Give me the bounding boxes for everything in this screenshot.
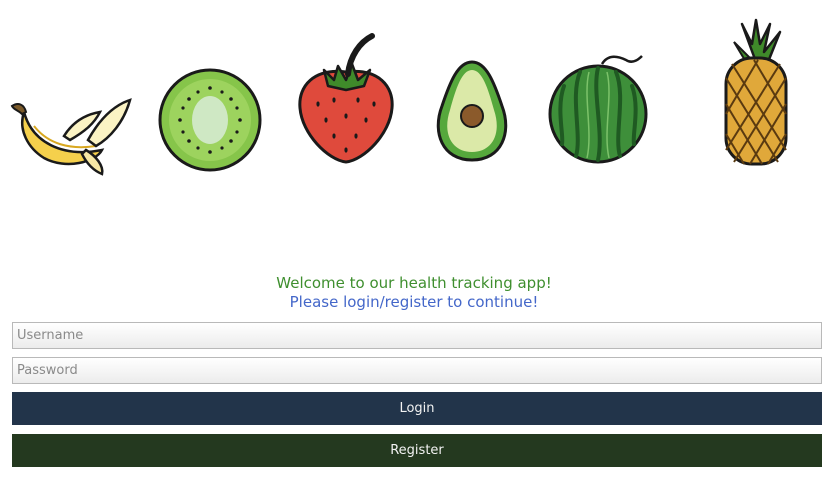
- avocado-icon: [428, 58, 516, 164]
- fruit-banner: [0, 0, 828, 200]
- welcome-message: Welcome to our health tracking app! Plea…: [0, 274, 828, 312]
- password-input[interactable]: [12, 357, 822, 384]
- login-prompt: Please login/register to continue!: [289, 293, 539, 311]
- welcome-title: Welcome to our health tracking app!: [276, 274, 552, 292]
- register-button[interactable]: Register: [12, 434, 822, 467]
- kiwi-icon: [156, 66, 264, 174]
- banana-icon: [4, 92, 136, 178]
- strawberry-icon: [294, 30, 398, 166]
- pineapple-icon: [718, 18, 794, 168]
- login-button[interactable]: Login: [12, 392, 822, 425]
- watermelon-icon: [546, 52, 654, 166]
- username-input[interactable]: [12, 322, 822, 349]
